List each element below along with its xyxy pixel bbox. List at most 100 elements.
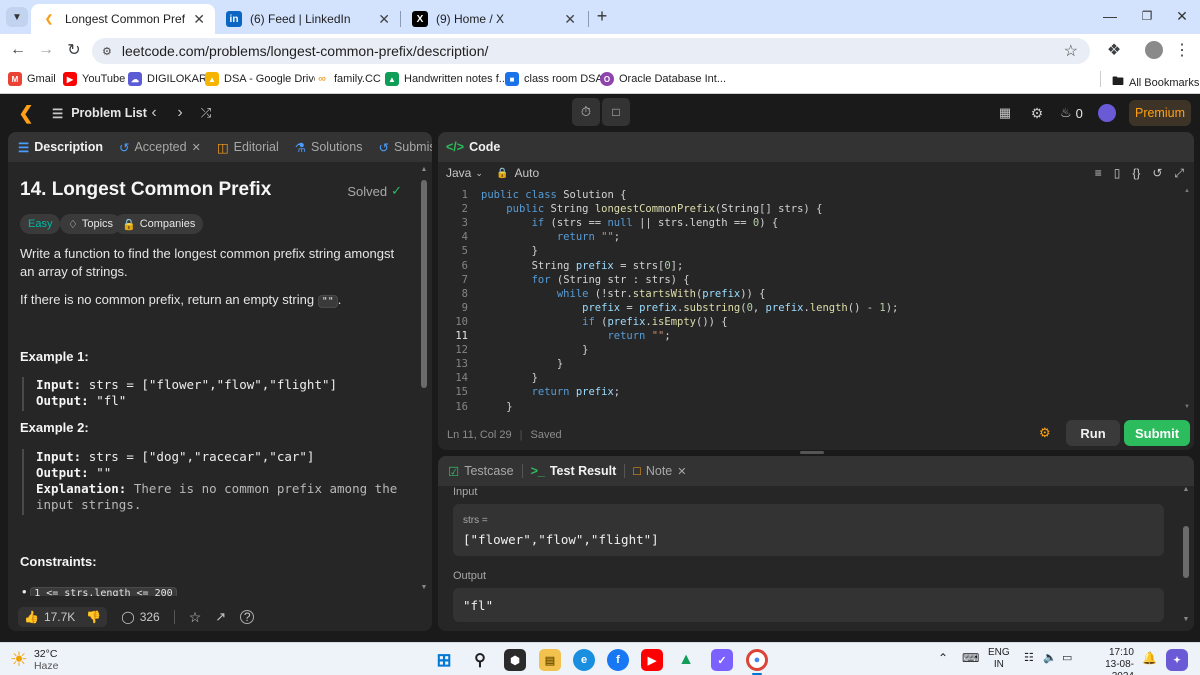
weather-widget[interactable]: ☀ 32°C Haze xyxy=(10,647,58,672)
code-line[interactable]: 16 } xyxy=(438,400,1178,413)
reset-icon[interactable]: ↺ xyxy=(1152,166,1162,181)
help-icon[interactable]: ? xyxy=(240,610,255,624)
scrollbar-thumb[interactable] xyxy=(421,180,427,388)
topics-chip[interactable]: ♢ Topics xyxy=(60,214,122,234)
volume-icon[interactable]: 🔈 xyxy=(1043,652,1057,664)
bookmark-youtube[interactable]: ▶ YouTube xyxy=(63,72,125,86)
premium-button[interactable]: Premium xyxy=(1129,100,1191,126)
browser-tab-leetcode[interactable]: ❮ Longest Common Prefix - LeetC ✕ xyxy=(31,4,215,34)
scrollbar-thumb[interactable] xyxy=(1183,526,1189,578)
close-icon[interactable]: ✕ xyxy=(192,141,201,154)
autocomplete-toggle[interactable]: 🔒 Auto xyxy=(496,166,539,180)
code-line[interactable]: 4 return ""; xyxy=(438,230,1178,244)
youtube-icon[interactable]: ▶ xyxy=(641,649,663,671)
bookmark-handwritten-notes[interactable]: ▲ Handwritten notes f... xyxy=(385,72,508,86)
submit-button[interactable]: Submit xyxy=(1124,420,1190,446)
code-line[interactable]: 9 prefix = prefix.substring(0, prefix.le… xyxy=(438,301,1178,315)
layout-grid-icon[interactable]: ▦ xyxy=(996,104,1014,122)
tab-note[interactable]: □ Note ✕ xyxy=(633,464,686,478)
code-line[interactable]: 6 String prefix = strs[0]; xyxy=(438,259,1178,273)
scroll-up-icon[interactable]: ▲ xyxy=(1182,486,1190,496)
app-icon[interactable]: ✓ xyxy=(711,649,733,671)
close-icon[interactable]: ✕ xyxy=(193,11,205,28)
code-editor[interactable]: 1 public class Solution {2 public String … xyxy=(438,188,1178,412)
braces-icon[interactable]: {} xyxy=(1132,166,1140,181)
scroll-down-icon[interactable]: ▼ xyxy=(1182,616,1190,626)
code-line[interactable]: 12 } xyxy=(438,343,1178,357)
debugger-bug-icon[interactable]: ⚙ xyxy=(1039,425,1055,441)
chevron-up-icon[interactable]: ⌃ xyxy=(938,652,948,664)
bookmark-classroom-dsa[interactable]: ■ class room DSA xyxy=(505,72,603,86)
scroll-down-icon[interactable]: ▼ xyxy=(420,584,428,594)
scroll-up-icon[interactable]: ▲ xyxy=(1184,188,1190,196)
google-drive-icon[interactable]: ▲ xyxy=(675,649,697,671)
code-line[interactable]: 10 if (prefix.isEmpty()) { xyxy=(438,315,1178,329)
tab-description[interactable]: ☰ Description xyxy=(18,140,103,155)
user-avatar[interactable] xyxy=(1098,104,1116,122)
problem-scrollbar[interactable]: ▲ ▼ xyxy=(420,166,428,594)
code-line[interactable]: 1 public class Solution { xyxy=(438,188,1178,202)
extensions-icon[interactable]: ❖ xyxy=(1104,40,1124,60)
code-line[interactable]: 14 } xyxy=(438,371,1178,385)
tab-test-result[interactable]: >_ Test Result xyxy=(531,464,617,478)
bookmark-oracle[interactable]: O Oracle Database Int... xyxy=(600,72,726,86)
facebook-icon[interactable]: f xyxy=(607,649,629,671)
code-line[interactable]: 5 } xyxy=(438,244,1178,258)
new-tab-button[interactable]: + xyxy=(592,6,612,26)
bookmark-icon[interactable]: ▯ xyxy=(1114,166,1121,181)
close-icon[interactable]: ✕ xyxy=(564,11,576,28)
shuffle-icon[interactable]: ⤮ xyxy=(197,104,215,122)
settings-gear-icon[interactable]: ⚙ xyxy=(1028,104,1046,122)
bookmark-digilokar[interactable]: ☁ DIGILOKAR xyxy=(128,72,207,86)
language-indicator[interactable]: ENG IN xyxy=(988,647,1010,671)
browser-tab-linkedin[interactable]: in (6) Feed | LinkedIn ✕ xyxy=(216,4,400,34)
problem-list-button[interactable]: ☰ Problem List xyxy=(52,104,147,122)
file-explorer-icon[interactable]: ▤ xyxy=(539,649,561,671)
star-icon[interactable]: ☆ xyxy=(1064,41,1078,61)
scroll-down-icon[interactable]: ▼ xyxy=(1184,404,1190,412)
star-icon[interactable]: ☆ xyxy=(189,609,202,626)
close-window-button[interactable]: ✕ xyxy=(1172,6,1192,26)
run-button[interactable]: Run xyxy=(1066,420,1120,446)
keyboard-icon[interactable]: ⌨ xyxy=(962,652,979,664)
close-icon[interactable]: ✕ xyxy=(378,11,390,28)
tab-submissions[interactable]: ↺ Submissions xyxy=(378,140,432,155)
back-arrow-icon[interactable]: ← xyxy=(8,40,28,60)
thumbs-down-icon[interactable]: 👎 xyxy=(86,610,101,624)
restore-button[interactable]: ❐ xyxy=(1137,6,1157,26)
chrome-icon[interactable]: ● xyxy=(746,649,768,671)
code-line[interactable]: 2 public String longestCommonPrefix(Stri… xyxy=(438,202,1178,216)
forward-arrow-icon[interactable]: → xyxy=(36,40,56,60)
code-line[interactable]: 3 if (strs == null || strs.length == 0) … xyxy=(438,216,1178,230)
panel-resize-handle[interactable] xyxy=(800,451,824,454)
timer-icon[interactable]: ⏱ xyxy=(572,98,600,126)
copilot-icon[interactable]: ✦ xyxy=(1166,649,1188,671)
all-bookmarks-button[interactable]: 🖿 All Bookmarks xyxy=(1112,72,1199,93)
code-line[interactable]: 8 while (!str.startsWith(prefix)) { xyxy=(438,287,1178,301)
code-line[interactable]: 13 } xyxy=(438,357,1178,371)
clock[interactable]: 17:10 13-08-2024 xyxy=(1084,647,1134,675)
code-line[interactable]: 15 return prefix; xyxy=(438,385,1178,399)
companies-chip[interactable]: 🔒 Companies xyxy=(114,214,204,234)
notification-bell-icon[interactable]: 🔔 xyxy=(1142,652,1157,664)
streak-counter[interactable]: ♨ 0 xyxy=(1060,104,1083,122)
task-view-icon[interactable]: ⬢ xyxy=(504,649,526,671)
bookmark-family-cc[interactable]: ∞ family.CC xyxy=(315,72,381,86)
bookmark-dsa-drive[interactable]: ▲ DSA - Google Drive xyxy=(205,72,320,86)
tab-search-button[interactable]: ▼ xyxy=(6,7,28,27)
reload-icon[interactable]: ↻ xyxy=(64,40,84,60)
battery-icon[interactable]: ▭ xyxy=(1062,652,1072,664)
fullscreen-icon[interactable]: ⤢ xyxy=(1174,166,1184,181)
code-scrollbar[interactable]: ▲ ▼ xyxy=(1184,188,1190,412)
share-icon[interactable]: ↗ xyxy=(215,609,226,625)
language-select[interactable]: Java ⌄ xyxy=(446,166,483,180)
comments-button[interactable]: ◯ 326 xyxy=(121,610,159,624)
tab-accepted[interactable]: ↺ Accepted ✕ xyxy=(119,140,201,155)
windows-start-icon[interactable]: ⊞ xyxy=(433,649,455,671)
browser-menu-icon[interactable]: ⋮ xyxy=(1172,40,1192,60)
prev-problem-chevron-icon[interactable]: ‹ xyxy=(146,104,162,122)
tab-testcase[interactable]: ☑ Testcase xyxy=(448,464,514,479)
leetcode-logo[interactable]: ❮ xyxy=(16,103,36,123)
edge-browser-icon[interactable]: e xyxy=(573,649,595,671)
search-icon[interactable]: ⚲ xyxy=(469,649,491,671)
